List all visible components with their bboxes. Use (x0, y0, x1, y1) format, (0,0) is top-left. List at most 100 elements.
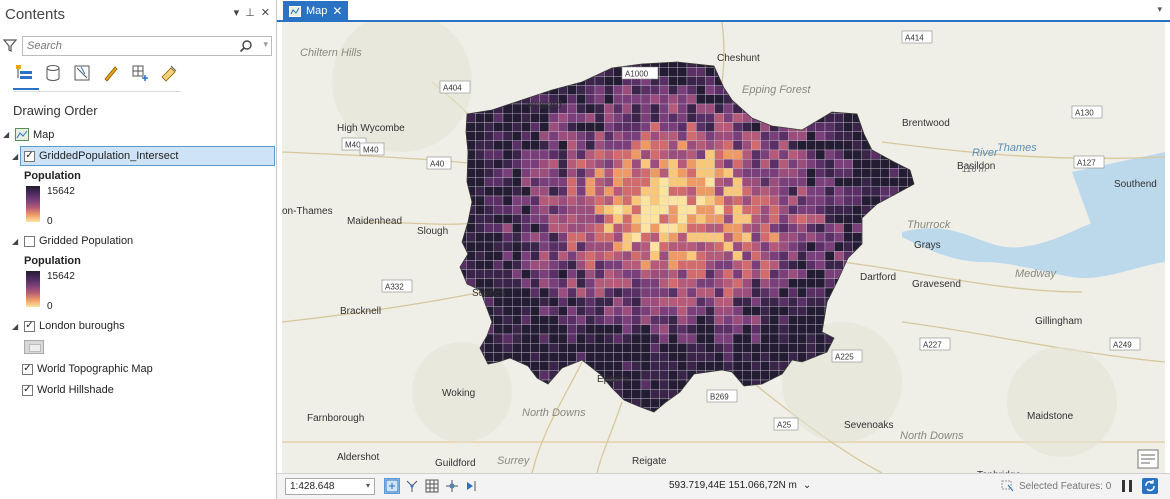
road-label: A1000 (625, 70, 649, 79)
map-place-label: Farnborough (307, 413, 364, 424)
expand-caret-icon[interactable]: ◢ (3, 130, 11, 139)
road-label: M40 (363, 146, 379, 155)
elevation-label: 116 m (962, 164, 987, 174)
map-pane: Map ✕ ▾ Chiltern Hills Cheshunt Epping For… (277, 0, 1170, 499)
tab-list-dropdown-icon[interactable]: ▾ (1157, 4, 1162, 15)
list-by-snapping-icon[interactable] (130, 63, 150, 83)
navigation-mode-icon[interactable] (464, 478, 480, 494)
tab-map[interactable]: Map ✕ (283, 1, 349, 21)
map-place-label: Gillingham (1035, 316, 1082, 327)
road-label: B269 (710, 393, 729, 402)
map-place-label: Woking (442, 388, 475, 399)
search-icon[interactable] (239, 39, 253, 53)
map-place-label: High Wycombe (337, 123, 405, 134)
layer-visibility-checkbox[interactable]: ✓ (24, 150, 35, 162)
polygon-symbol-swatch[interactable] (24, 340, 44, 354)
contents-title: Contents (5, 6, 66, 23)
expand-caret-icon[interactable]: ◢ (12, 237, 20, 246)
map-place-label: Bracknell (340, 306, 381, 317)
map-icon (15, 128, 29, 141)
layer-griddedpopulation-intersect[interactable]: ◢ ✓ GriddedPopulation_Intersect (12, 150, 178, 162)
refresh-icon[interactable] (1142, 478, 1158, 494)
list-by-drawing-order-icon[interactable] (14, 63, 34, 83)
list-by-editing-icon[interactable] (101, 63, 121, 83)
road-label: A249 (1113, 341, 1132, 350)
map-place-label: Chiltern Hills (300, 47, 362, 59)
road-label: A332 (385, 283, 404, 292)
layer-label: World Hillshade (37, 384, 114, 396)
map-place-label: North Downs (522, 407, 586, 419)
map-place-label: on-Thames (282, 206, 333, 217)
map-icon (289, 5, 301, 17)
legend-color-ramp (26, 271, 40, 307)
road-label: A414 (905, 34, 924, 43)
map-place-label: Guildford (435, 458, 476, 469)
toolbar-divider (13, 91, 181, 92)
layer-label: GriddedPopulation_Intersect (39, 150, 179, 162)
layer-label: World Topographic Map (37, 363, 153, 375)
pane-menu-button[interactable]: ▾ (234, 6, 240, 19)
chevron-down-icon[interactable]: ▾ (366, 481, 370, 490)
tree-item-map[interactable]: ◢ Map (3, 128, 54, 141)
map-place-label: Cheshunt (717, 53, 760, 64)
contents-pane: Contents ▾ ⊥ ✕ ▾ (0, 0, 277, 499)
coordinate-format-dropdown[interactable]: ⌄ (803, 480, 811, 491)
search-input[interactable] (23, 39, 239, 53)
map-view[interactable]: Chiltern Hills Cheshunt Epping Forest Watfo… (282, 22, 1165, 473)
expand-caret-icon[interactable]: ◢ (12, 152, 20, 161)
selected-features-status[interactable]: Selected Features: 0 (1001, 480, 1111, 492)
snapping-icon[interactable] (404, 478, 420, 494)
fixed-zoom-icon[interactable] (384, 478, 400, 494)
pane-controls: ▾ ⊥ ✕ (234, 6, 270, 19)
list-by-labeling-icon[interactable] (159, 63, 179, 83)
layer-visibility-checkbox[interactable] (24, 235, 35, 247)
layer-world-hillshade[interactable]: ✓ World Hillshade (22, 384, 114, 396)
map-place-label: River (972, 147, 999, 159)
map-place-label: Watford (527, 100, 562, 111)
expand-caret-icon[interactable]: ◢ (12, 322, 20, 331)
layer-visibility-checkbox[interactable]: ✓ (22, 363, 33, 375)
map-scale-selector[interactable]: 1:428.648 ▾ (285, 478, 375, 495)
map-scale-value: 1:428.648 (290, 481, 335, 492)
selected-features-text: Selected Features: 0 (1019, 480, 1112, 492)
layer-gridded-population[interactable]: ◢ Gridded Population (12, 235, 133, 247)
map-overview-icon[interactable] (1137, 449, 1159, 469)
map-place-label: Epsom (597, 374, 628, 385)
map-place-label: Staines (472, 288, 505, 299)
constraints-icon[interactable] (444, 478, 460, 494)
legend-min-label: 0 (47, 301, 53, 312)
pause-drawing-icon[interactable] (1120, 479, 1134, 493)
selection-icon (1001, 480, 1014, 492)
map-place-label: Sevenoaks (844, 420, 893, 431)
layer-london-buroughs[interactable]: ◢ ✓ London buroughs (12, 320, 125, 332)
map-place-label: Brentwood (902, 118, 950, 129)
road-label: A25 (777, 421, 792, 430)
legend-max-label: 15642 (47, 186, 75, 197)
map-place-label: Aldershot (337, 452, 379, 463)
grid-icon[interactable] (424, 478, 440, 494)
list-by-selection-icon[interactable] (72, 63, 92, 83)
layer-visibility-checkbox[interactable]: ✓ (24, 320, 35, 332)
tab-label: Map (306, 5, 328, 17)
pane-close-button[interactable]: ✕ (261, 6, 270, 19)
search-options-icon[interactable]: ▾ (263, 39, 268, 50)
coordinate-readout: 593.719,44E 151.066,72N m ⌄ (669, 480, 811, 491)
legend-color-ramp (26, 186, 40, 222)
layer-world-topographic-map[interactable]: ✓ World Topographic Map (22, 363, 153, 375)
map-canvas[interactable]: Chiltern Hills Cheshunt Epping Forest Watfo… (282, 22, 1165, 473)
map-place-label: Surrey (497, 455, 531, 467)
pane-pin-button[interactable]: ⊥ (245, 6, 255, 19)
map-place-label: Slough (417, 226, 448, 237)
map-place-label: Grays (914, 240, 941, 251)
map-place-label: Gravesend (912, 279, 961, 290)
map-tab-bar: Map ✕ ▾ (277, 0, 1170, 22)
filter-icon[interactable] (3, 38, 17, 52)
list-by-data-source-icon[interactable] (43, 63, 63, 83)
drawing-order-heading: Drawing Order (13, 103, 98, 118)
status-tools (384, 478, 480, 494)
layer-label: London buroughs (39, 320, 125, 332)
map-place-label: Southend (1114, 179, 1157, 190)
tab-close-button[interactable]: ✕ (332, 4, 342, 18)
map-status-bar: 1:428.648 ▾ 593.719,44E 151.066,72N m ⌄ (277, 473, 1170, 499)
layer-visibility-checkbox[interactable]: ✓ (22, 384, 33, 396)
